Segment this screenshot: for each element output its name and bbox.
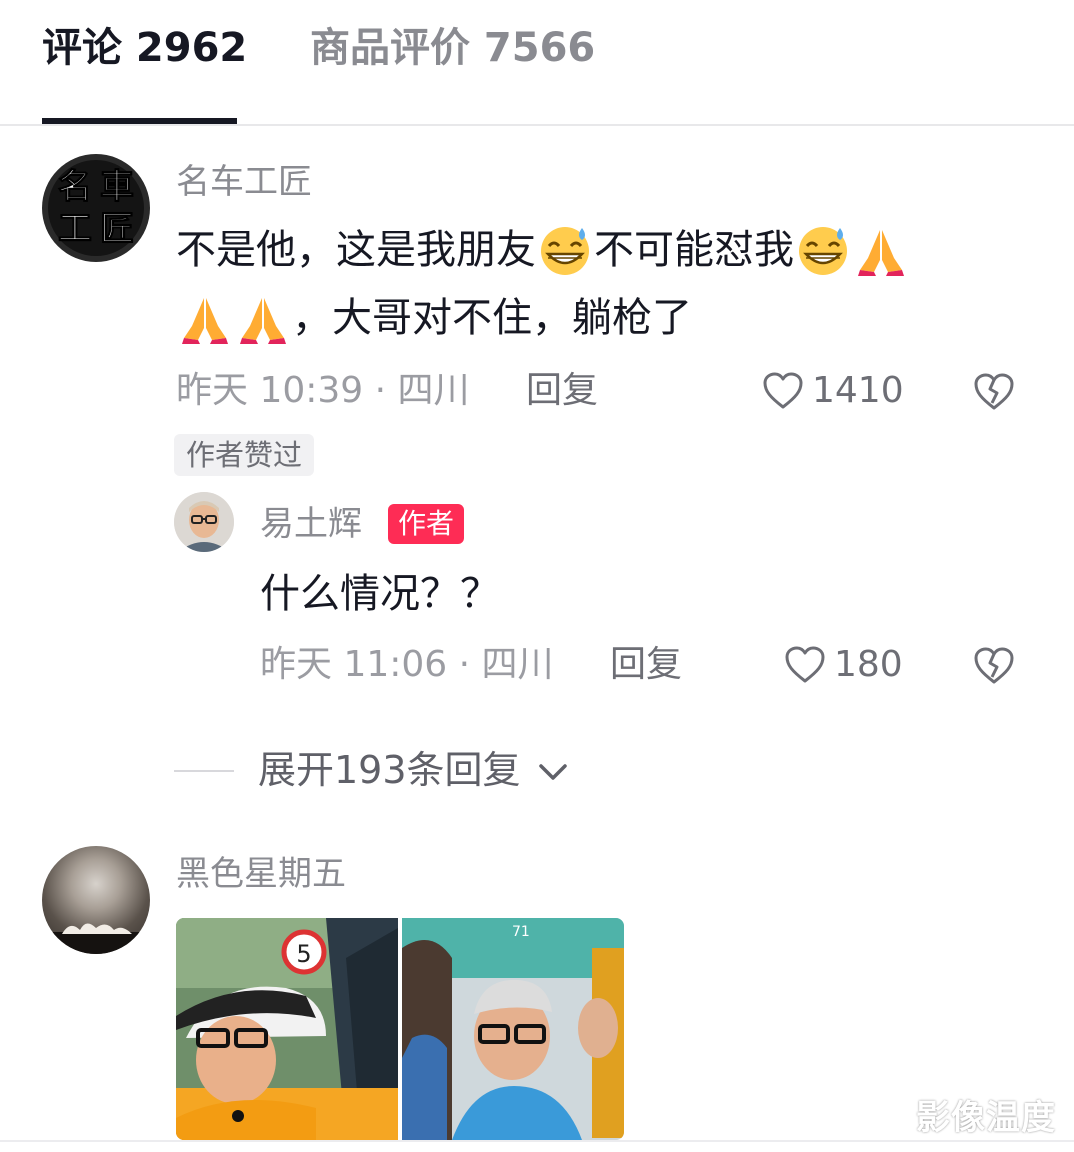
tab-active-indicator <box>42 118 237 124</box>
dislike-broken-heart-icon[interactable] <box>972 370 1016 414</box>
comment-meta: 昨天 10:39 · 四川 <box>176 370 470 411</box>
like-count: 180 <box>834 644 903 685</box>
avatar-landscape <box>42 923 150 954</box>
comment-text-line: ，大哥对不住，躺枪了 <box>176 292 692 344</box>
comment-username[interactable]: 黑色星期五 <box>176 852 346 896</box>
reply-text: 什么情况？？ <box>260 571 500 617</box>
reply-button[interactable]: 回复 <box>526 368 598 414</box>
like-button[interactable]: 1410 <box>762 368 904 414</box>
tab-bar: 评论 2962 商品评价 7566 <box>0 0 1074 126</box>
avatar-logo-char: 工 <box>58 209 93 250</box>
like-count: 1410 <box>812 370 904 411</box>
comment-image-attachment[interactable]: 5 71 <box>176 918 624 1140</box>
author-tag: 作者 <box>388 504 465 544</box>
praying-hands-emoji-icon <box>240 298 286 344</box>
praying-hands-emoji-icon <box>182 298 228 344</box>
avatar[interactable]: 名 車 工 匠 <box>42 154 150 262</box>
comment-username[interactable]: 名车工匠 <box>176 160 312 204</box>
avatar-logo-char: 名 <box>58 167 93 208</box>
like-button[interactable]: 180 <box>784 642 903 688</box>
photo-left: 5 <box>176 918 398 1140</box>
reply-button[interactable]: 回复 <box>610 642 682 688</box>
bottom-divider <box>0 1140 1074 1142</box>
avatar-logo-char: 匠 <box>100 209 135 250</box>
avatar[interactable] <box>42 846 150 954</box>
avatar-portrait <box>174 492 234 552</box>
reply-username[interactable]: 易土辉 <box>260 502 362 546</box>
heart-icon <box>785 646 825 683</box>
comment-text-segment: 不是他，这是我朋友 <box>176 227 536 273</box>
reply-meta: 昨天 11:06 · 四川 <box>260 644 554 685</box>
comment-text-line: 不是他，这是我朋友 不可能怼我 <box>176 224 910 276</box>
avatar[interactable] <box>174 492 234 552</box>
comment-text-segment: ，大哥对不住，躺枪了 <box>292 295 692 341</box>
avatar-logo-char: 車 <box>100 167 135 208</box>
praying-hands-emoji-icon <box>858 230 904 276</box>
dislike-broken-heart-icon[interactable] <box>972 644 1016 688</box>
author-liked-badge: 作者赞过 <box>174 434 315 476</box>
watermark: 影像温度 <box>916 1098 1056 1138</box>
tab-comments[interactable]: 评论 2962 <box>42 22 247 74</box>
comment-text-segment: 不可能怼我 <box>594 227 794 273</box>
heart-icon <box>763 372 803 409</box>
tab-product-reviews[interactable]: 商品评价 7566 <box>310 22 595 74</box>
expand-replies-button[interactable]: 展开193条回复 <box>258 746 521 794</box>
svg-text:71: 71 <box>512 924 530 940</box>
chevron-down-icon[interactable] <box>536 756 570 786</box>
expand-divider <box>174 770 234 772</box>
grin-sweat-emoji-icon <box>541 227 589 275</box>
svg-text:5: 5 <box>296 940 311 968</box>
photo-right: 71 <box>402 918 624 1140</box>
grin-sweat-emoji-icon <box>799 227 847 275</box>
